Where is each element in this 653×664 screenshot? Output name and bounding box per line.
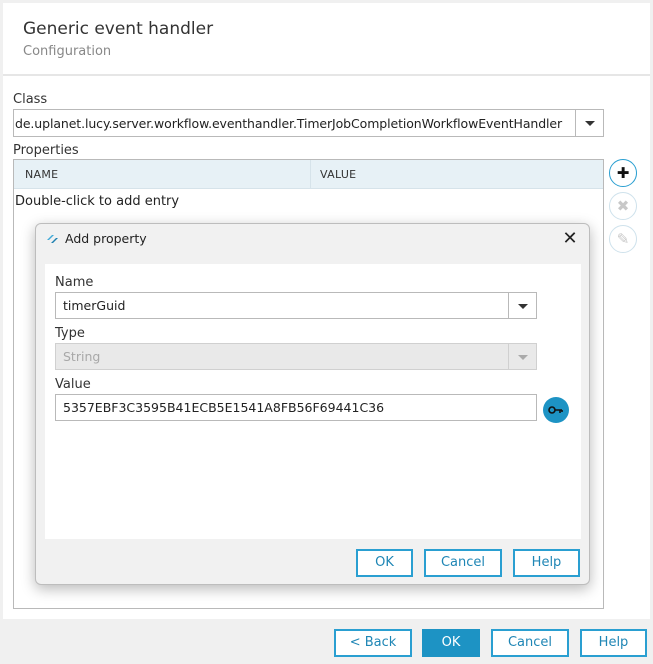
class-select[interactable]: de.uplanet.lucy.server.workflow.eventhan… [13,109,604,137]
value-field-value: 5357EBF3C3595B41ECB5E1541A8FB56F69441C36 [63,400,385,415]
empty-table-hint: Double-click to add entry [15,194,180,209]
properties-table-header: NAME VALUE [14,160,603,189]
column-divider[interactable] [310,160,311,189]
close-circle-icon: ✖ [616,196,630,215]
name-field[interactable]: timerGuid [55,292,537,319]
name-label: Name [55,275,94,290]
column-header-value[interactable]: VALUE [320,168,356,181]
key-icon [548,406,563,414]
value-field[interactable]: 5357EBF3C3595B41ECB5E1541A8FB56F69441C36 [55,394,537,421]
page-title: Generic event handler [23,19,214,39]
dialog-titlebar[interactable]: Add property ✕ [36,224,589,254]
type-select-value: String [63,349,101,364]
delete-property-button[interactable]: ✖ [609,192,637,220]
cancel-button[interactable]: Cancel [491,629,569,657]
close-icon[interactable]: ✕ [559,228,581,250]
class-select-value: de.uplanet.lucy.server.workflow.eventhan… [15,116,563,131]
dialog-cancel-button[interactable]: Cancel [424,549,502,577]
class-label: Class [13,92,48,107]
page-subtitle: Configuration [23,44,112,59]
column-header-name[interactable]: NAME [25,168,58,181]
value-label: Value [55,377,91,392]
add-property-button[interactable]: ✚ [609,159,637,187]
plus-icon: ✚ [616,163,630,182]
properties-label: Properties [13,143,79,158]
dialog-help-button[interactable]: Help [513,549,580,577]
app-logo-icon [47,235,58,243]
chevron-down-icon [584,121,595,126]
header-divider [3,74,650,76]
chevron-down-icon [517,354,528,360]
dialog-content: Name timerGuid Type String Value 5357EBF… [45,264,581,539]
name-dropdown-button[interactable] [508,293,536,318]
edit-property-button[interactable]: ✎ [609,225,637,253]
type-label: Type [55,326,85,341]
dialog-ok-button[interactable]: OK [356,549,413,577]
class-dropdown-button[interactable] [575,110,603,136]
ok-button[interactable]: OK [422,629,480,657]
help-button[interactable]: Help [580,629,647,657]
add-property-dialog: Add property ✕ Name timerGuid Type Strin… [35,223,590,585]
chevron-down-icon [517,303,528,309]
type-dropdown-button [508,344,536,369]
back-button[interactable]: < Back [334,629,412,657]
pencil-icon: ✎ [616,229,630,248]
type-select: String [55,343,537,370]
generate-key-button[interactable] [543,397,569,423]
dialog-title: Add property [65,231,147,246]
name-field-value: timerGuid [63,298,126,313]
